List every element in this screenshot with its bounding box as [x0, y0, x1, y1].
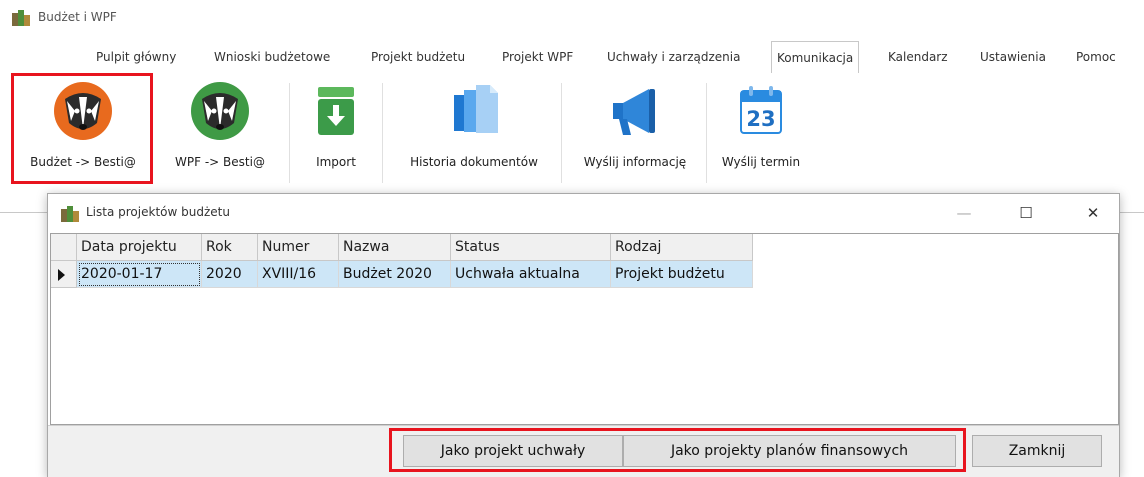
historia-dokumentow-button[interactable]: Historia dokumentów	[390, 73, 558, 185]
tab-projekt-wpf[interactable]: Projekt WPF	[502, 41, 573, 73]
import-button[interactable]: Import	[296, 73, 376, 185]
close-button[interactable]: ✕	[1070, 198, 1116, 228]
highlight-box	[389, 428, 966, 472]
ribbon-tabs: Pulpit główny Wnioski budżetowe Projekt …	[0, 41, 1144, 74]
table-cell[interactable]: XVIII/16	[258, 261, 339, 288]
zamknij-button[interactable]: Zamknij	[972, 435, 1102, 467]
tab-uchwaly-i-zarzadzenia[interactable]: Uchwały i zarządzenia	[607, 41, 740, 73]
ribbon-label: Wyślij termin	[721, 155, 801, 169]
column-header[interactable]: Numer	[258, 234, 339, 261]
dialog-logo-icon	[61, 206, 79, 222]
calendar-icon: 23	[740, 86, 782, 134]
megaphone-icon	[613, 89, 655, 135]
badger-green-icon	[191, 82, 249, 140]
ribbon-label: WPF -> Besti@	[175, 155, 265, 169]
tab-projekt-budzetu[interactable]: Projekt budżetu	[371, 41, 465, 73]
table-corner	[51, 234, 77, 261]
tab-wnioski-budzetowe[interactable]: Wnioski budżetowe	[214, 41, 330, 73]
ribbon-separator	[289, 83, 290, 183]
ribbon-separator	[382, 83, 383, 183]
wyslij-informacje-button[interactable]: Wyślij informację	[568, 73, 702, 185]
app-title: Budżet i WPF	[38, 10, 117, 24]
table-cell[interactable]: Projekt budżetu	[611, 261, 753, 288]
ribbon-label: Historia dokumentów	[410, 155, 538, 169]
table-cell[interactable]: 2020	[202, 261, 258, 288]
wyslij-termin-button[interactable]: 23 Wyślij termin	[710, 73, 812, 185]
dialog-title: Lista projektów budżetu	[86, 205, 230, 219]
table-cell[interactable]: Uchwała aktualna	[451, 261, 611, 288]
column-header[interactable]: Rodzaj	[611, 234, 753, 261]
dialog-titlebar: Lista projektów budżetu — ☐ ✕	[48, 194, 1119, 232]
tab-komunikacja[interactable]: Komunikacja	[771, 41, 860, 74]
minimize-button[interactable]: —	[941, 198, 987, 228]
column-header[interactable]: Rok	[202, 234, 258, 261]
column-header[interactable]: Status	[451, 234, 611, 261]
ribbon-separator	[561, 83, 562, 183]
tab-pulpit-glowny[interactable]: Pulpit główny	[96, 41, 176, 73]
document-history-icon	[454, 85, 498, 133]
column-header[interactable]: Nazwa	[339, 234, 451, 261]
ribbon-separator	[706, 83, 707, 183]
ribbon: Budżet -> Besti@ WPF -> Besti@ Import Hi…	[0, 73, 1144, 213]
wpf-to-bestia-button[interactable]: WPF -> Besti@	[158, 73, 282, 185]
app-logo-icon	[12, 10, 30, 26]
app-titlebar: Budżet i WPF	[0, 0, 1144, 36]
table-cell[interactable]: 2020-01-17	[77, 261, 202, 288]
column-header[interactable]: Data projektu	[77, 234, 202, 261]
row-header[interactable]	[51, 261, 77, 288]
calendar-day: 23	[746, 107, 775, 131]
projects-table[interactable]: Data projektu Rok Numer Nazwa Status Rod…	[50, 233, 1119, 425]
ribbon-label: Import	[316, 155, 356, 169]
import-box-icon	[318, 87, 354, 135]
highlight-box	[11, 73, 153, 184]
tab-kalendarz[interactable]: Kalendarz	[888, 41, 948, 73]
maximize-button[interactable]: ☐	[1003, 198, 1049, 228]
ribbon-label: Wyślij informację	[583, 155, 687, 169]
table-cell[interactable]: Budżet 2020	[339, 261, 451, 288]
tab-ustawienia[interactable]: Ustawienia	[980, 41, 1046, 73]
tab-pomoc[interactable]: Pomoc	[1076, 41, 1116, 73]
current-row-pointer-icon	[58, 269, 65, 281]
